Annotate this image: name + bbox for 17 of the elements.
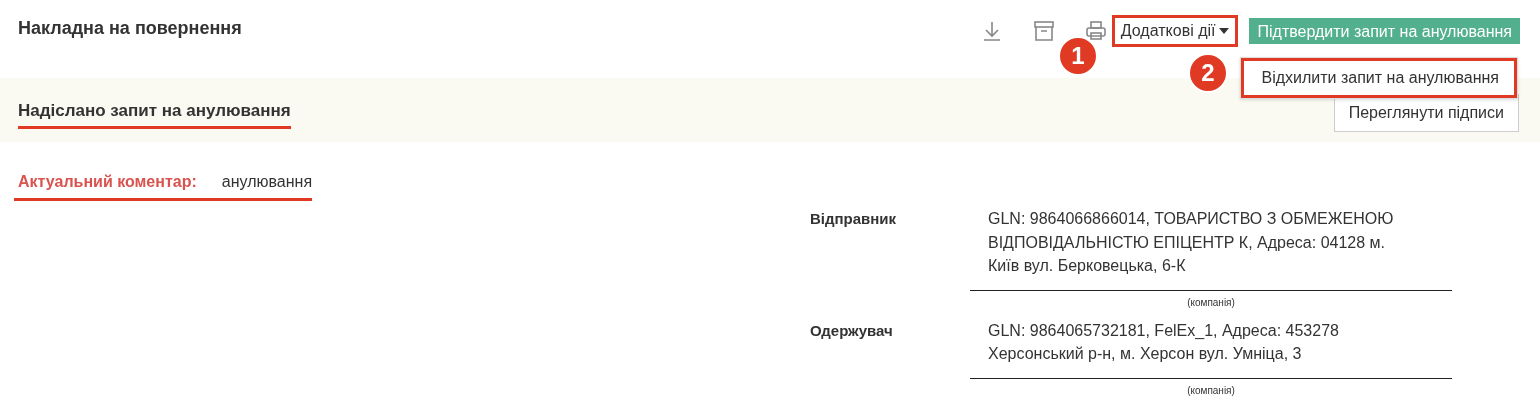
- archive-box-icon[interactable]: [1032, 20, 1055, 42]
- comment-value: анулювання: [221, 172, 313, 192]
- printer-icon[interactable]: [1084, 20, 1107, 42]
- party-details: GLN: 9864066866014, ТОВАРИСТВО З ОБМЕЖЕНОЮ ВІДПОВІДАЛЬНІСТЮ ЕПІЦЕНТР К, Адреса: 04128 м. Київ вул. Берковецька, 6-К: [970, 207, 1452, 291]
- actions-dropdown-button[interactable]: Додаткові дії: [1114, 18, 1236, 44]
- callout-marker: 1: [1058, 36, 1098, 76]
- party-label: Одержувач: [810, 320, 894, 341]
- field-caption: (компанія): [1186, 295, 1236, 310]
- party-details: GLN: 9864065732181, FelEx_1, Адреса: 453278 Херсонський р-н, м. Херсон вул. Умніца, 3: [970, 318, 1452, 379]
- comment-label: Актуальний коментар:: [17, 172, 197, 192]
- callout-marker: 2: [1188, 53, 1228, 93]
- field-caption: (компанія): [1186, 383, 1236, 398]
- party-label: Відправник: [810, 209, 898, 229]
- dropdown-menu-item[interactable]: Відхилити запит на анулювання: [1241, 58, 1517, 98]
- page-title: Накладна на повернення: [18, 18, 242, 40]
- status-heading: Надіслано запит на анулювання: [18, 98, 291, 129]
- caret-icon: [1219, 28, 1230, 34]
